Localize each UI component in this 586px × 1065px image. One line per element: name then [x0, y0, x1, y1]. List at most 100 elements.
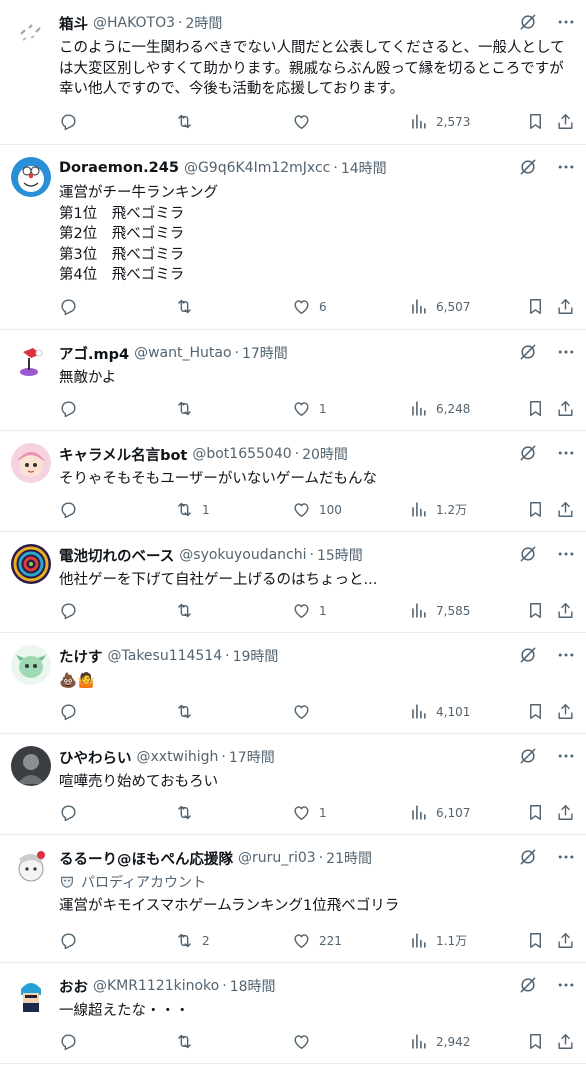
share-button[interactable] — [556, 500, 575, 519]
avatar[interactable] — [11, 746, 51, 786]
reply-button[interactable] — [59, 702, 86, 721]
user-handle[interactable]: @Takesu114514 — [108, 648, 223, 664]
retweet-button[interactable] — [175, 112, 202, 131]
share-button[interactable] — [556, 601, 575, 620]
like-button[interactable]: 100 — [292, 500, 342, 519]
grok-icon[interactable] — [518, 975, 538, 995]
retweet-button[interactable]: 2 — [175, 931, 210, 950]
display-name[interactable]: キャラメル名言bot — [59, 444, 187, 465]
tweet[interactable]: るるーり@ほもぺん応援隊 @ruru_ri03 · 21時間 パロディアカウント… — [0, 835, 586, 963]
share-button[interactable] — [556, 399, 575, 418]
display-name[interactable]: たけす — [59, 646, 103, 667]
reply-button[interactable] — [59, 803, 86, 822]
like-button[interactable] — [292, 112, 319, 131]
tweet[interactable]: Doraemon.245 @G9q6K4Im12mJxcc · 14時間 運営が… — [0, 145, 586, 330]
views-button[interactable]: 2,573 — [409, 112, 470, 131]
share-button[interactable] — [556, 931, 575, 950]
like-button[interactable] — [292, 702, 319, 721]
user-handle[interactable]: @ruru_ri03 — [238, 850, 316, 866]
avatar[interactable] — [11, 847, 51, 887]
retweet-button[interactable] — [175, 803, 202, 822]
bookmark-button[interactable] — [526, 702, 545, 721]
avatar[interactable] — [11, 975, 51, 1015]
avatar[interactable] — [11, 157, 51, 197]
user-handle[interactable]: @bot1655040 — [192, 446, 291, 462]
tweet[interactable]: 箱斗 @HAKOTO3 · 2時間 このように一生関わるべきでない人間だと公表し… — [0, 0, 586, 145]
more-icon[interactable] — [556, 12, 576, 32]
display-name[interactable]: 箱斗 — [59, 13, 88, 34]
display-name[interactable]: アゴ.mp4 — [59, 343, 129, 364]
timestamp[interactable]: 17時間 — [242, 343, 288, 363]
reply-button[interactable] — [59, 112, 86, 131]
grok-icon[interactable] — [518, 443, 538, 463]
tweet[interactable]: おお @KMR1121kinoko · 18時間 一線超えたな・・・ 2,942 — [0, 963, 586, 1064]
timestamp[interactable]: 20時間 — [302, 444, 348, 464]
avatar[interactable] — [11, 342, 51, 382]
like-button[interactable]: 6 — [292, 297, 327, 316]
reply-button[interactable] — [59, 500, 86, 519]
user-handle[interactable]: @KMR1121kinoko — [93, 978, 219, 994]
bookmark-button[interactable] — [526, 399, 545, 418]
like-button[interactable]: 221 — [292, 931, 342, 950]
share-button[interactable] — [556, 297, 575, 316]
views-button[interactable]: 7,585 — [409, 601, 470, 620]
user-handle[interactable]: @syokuyoudanchi — [179, 547, 306, 563]
reply-button[interactable] — [59, 601, 86, 620]
like-button[interactable]: 1 — [292, 601, 327, 620]
like-button[interactable] — [292, 1032, 319, 1051]
share-button[interactable] — [556, 702, 575, 721]
views-button[interactable]: 6,507 — [409, 297, 470, 316]
more-icon[interactable] — [556, 645, 576, 665]
more-icon[interactable] — [556, 975, 576, 995]
grok-icon[interactable] — [518, 157, 538, 177]
more-icon[interactable] — [556, 847, 576, 867]
reply-button[interactable] — [59, 931, 86, 950]
retweet-button[interactable] — [175, 601, 202, 620]
views-button[interactable]: 6,107 — [409, 803, 470, 822]
avatar[interactable] — [11, 544, 51, 584]
bookmark-button[interactable] — [526, 931, 545, 950]
bookmark-button[interactable] — [526, 803, 545, 822]
more-icon[interactable] — [556, 342, 576, 362]
grok-icon[interactable] — [518, 746, 538, 766]
display-name[interactable]: るるーり@ほもぺん応援隊 — [59, 848, 233, 869]
bookmark-button[interactable] — [526, 112, 545, 131]
grok-icon[interactable] — [518, 342, 538, 362]
retweet-button[interactable] — [175, 399, 202, 418]
views-button[interactable]: 4,101 — [409, 702, 470, 721]
more-icon[interactable] — [556, 746, 576, 766]
retweet-button[interactable] — [175, 1032, 202, 1051]
views-button[interactable]: 2,942 — [409, 1032, 470, 1051]
tweet[interactable]: 電池切れのベース @syokuyoudanchi · 15時間 他社ゲーを下げて… — [0, 532, 586, 633]
retweet-button[interactable] — [175, 297, 202, 316]
bookmark-button[interactable] — [526, 1032, 545, 1051]
views-button[interactable]: 6,248 — [409, 399, 470, 418]
bookmark-button[interactable] — [526, 500, 545, 519]
more-icon[interactable] — [556, 157, 576, 177]
views-button[interactable]: 1.2万 — [409, 500, 467, 519]
timestamp[interactable]: 15時間 — [317, 545, 363, 565]
reply-button[interactable] — [59, 297, 86, 316]
timestamp[interactable]: 17時間 — [229, 747, 275, 767]
share-button[interactable] — [556, 1032, 575, 1051]
like-button[interactable]: 1 — [292, 803, 327, 822]
like-button[interactable]: 1 — [292, 399, 327, 418]
share-button[interactable] — [556, 803, 575, 822]
user-handle[interactable]: @G9q6K4Im12mJxcc — [184, 160, 330, 176]
grok-icon[interactable] — [518, 12, 538, 32]
more-icon[interactable] — [556, 544, 576, 564]
more-icon[interactable] — [556, 443, 576, 463]
reply-button[interactable] — [59, 399, 86, 418]
avatar[interactable] — [11, 443, 51, 483]
timestamp[interactable]: 21時間 — [326, 848, 372, 868]
timestamp[interactable]: 2時間 — [185, 13, 222, 33]
grok-icon[interactable] — [518, 544, 538, 564]
tweet[interactable]: アゴ.mp4 @want_Hutao · 17時間 無敵かよ 1 6,248 — [0, 330, 586, 431]
display-name[interactable]: Doraemon.245 — [59, 160, 179, 176]
display-name[interactable]: おお — [59, 976, 88, 997]
avatar[interactable] — [11, 645, 51, 685]
grok-icon[interactable] — [518, 847, 538, 867]
tweet[interactable]: ひやわらい @xxtwihigh · 17時間 喧嘩売り始めておもろい 1 6,… — [0, 734, 586, 835]
views-button[interactable]: 1.1万 — [409, 931, 467, 950]
user-handle[interactable]: @xxtwihigh — [137, 749, 219, 765]
